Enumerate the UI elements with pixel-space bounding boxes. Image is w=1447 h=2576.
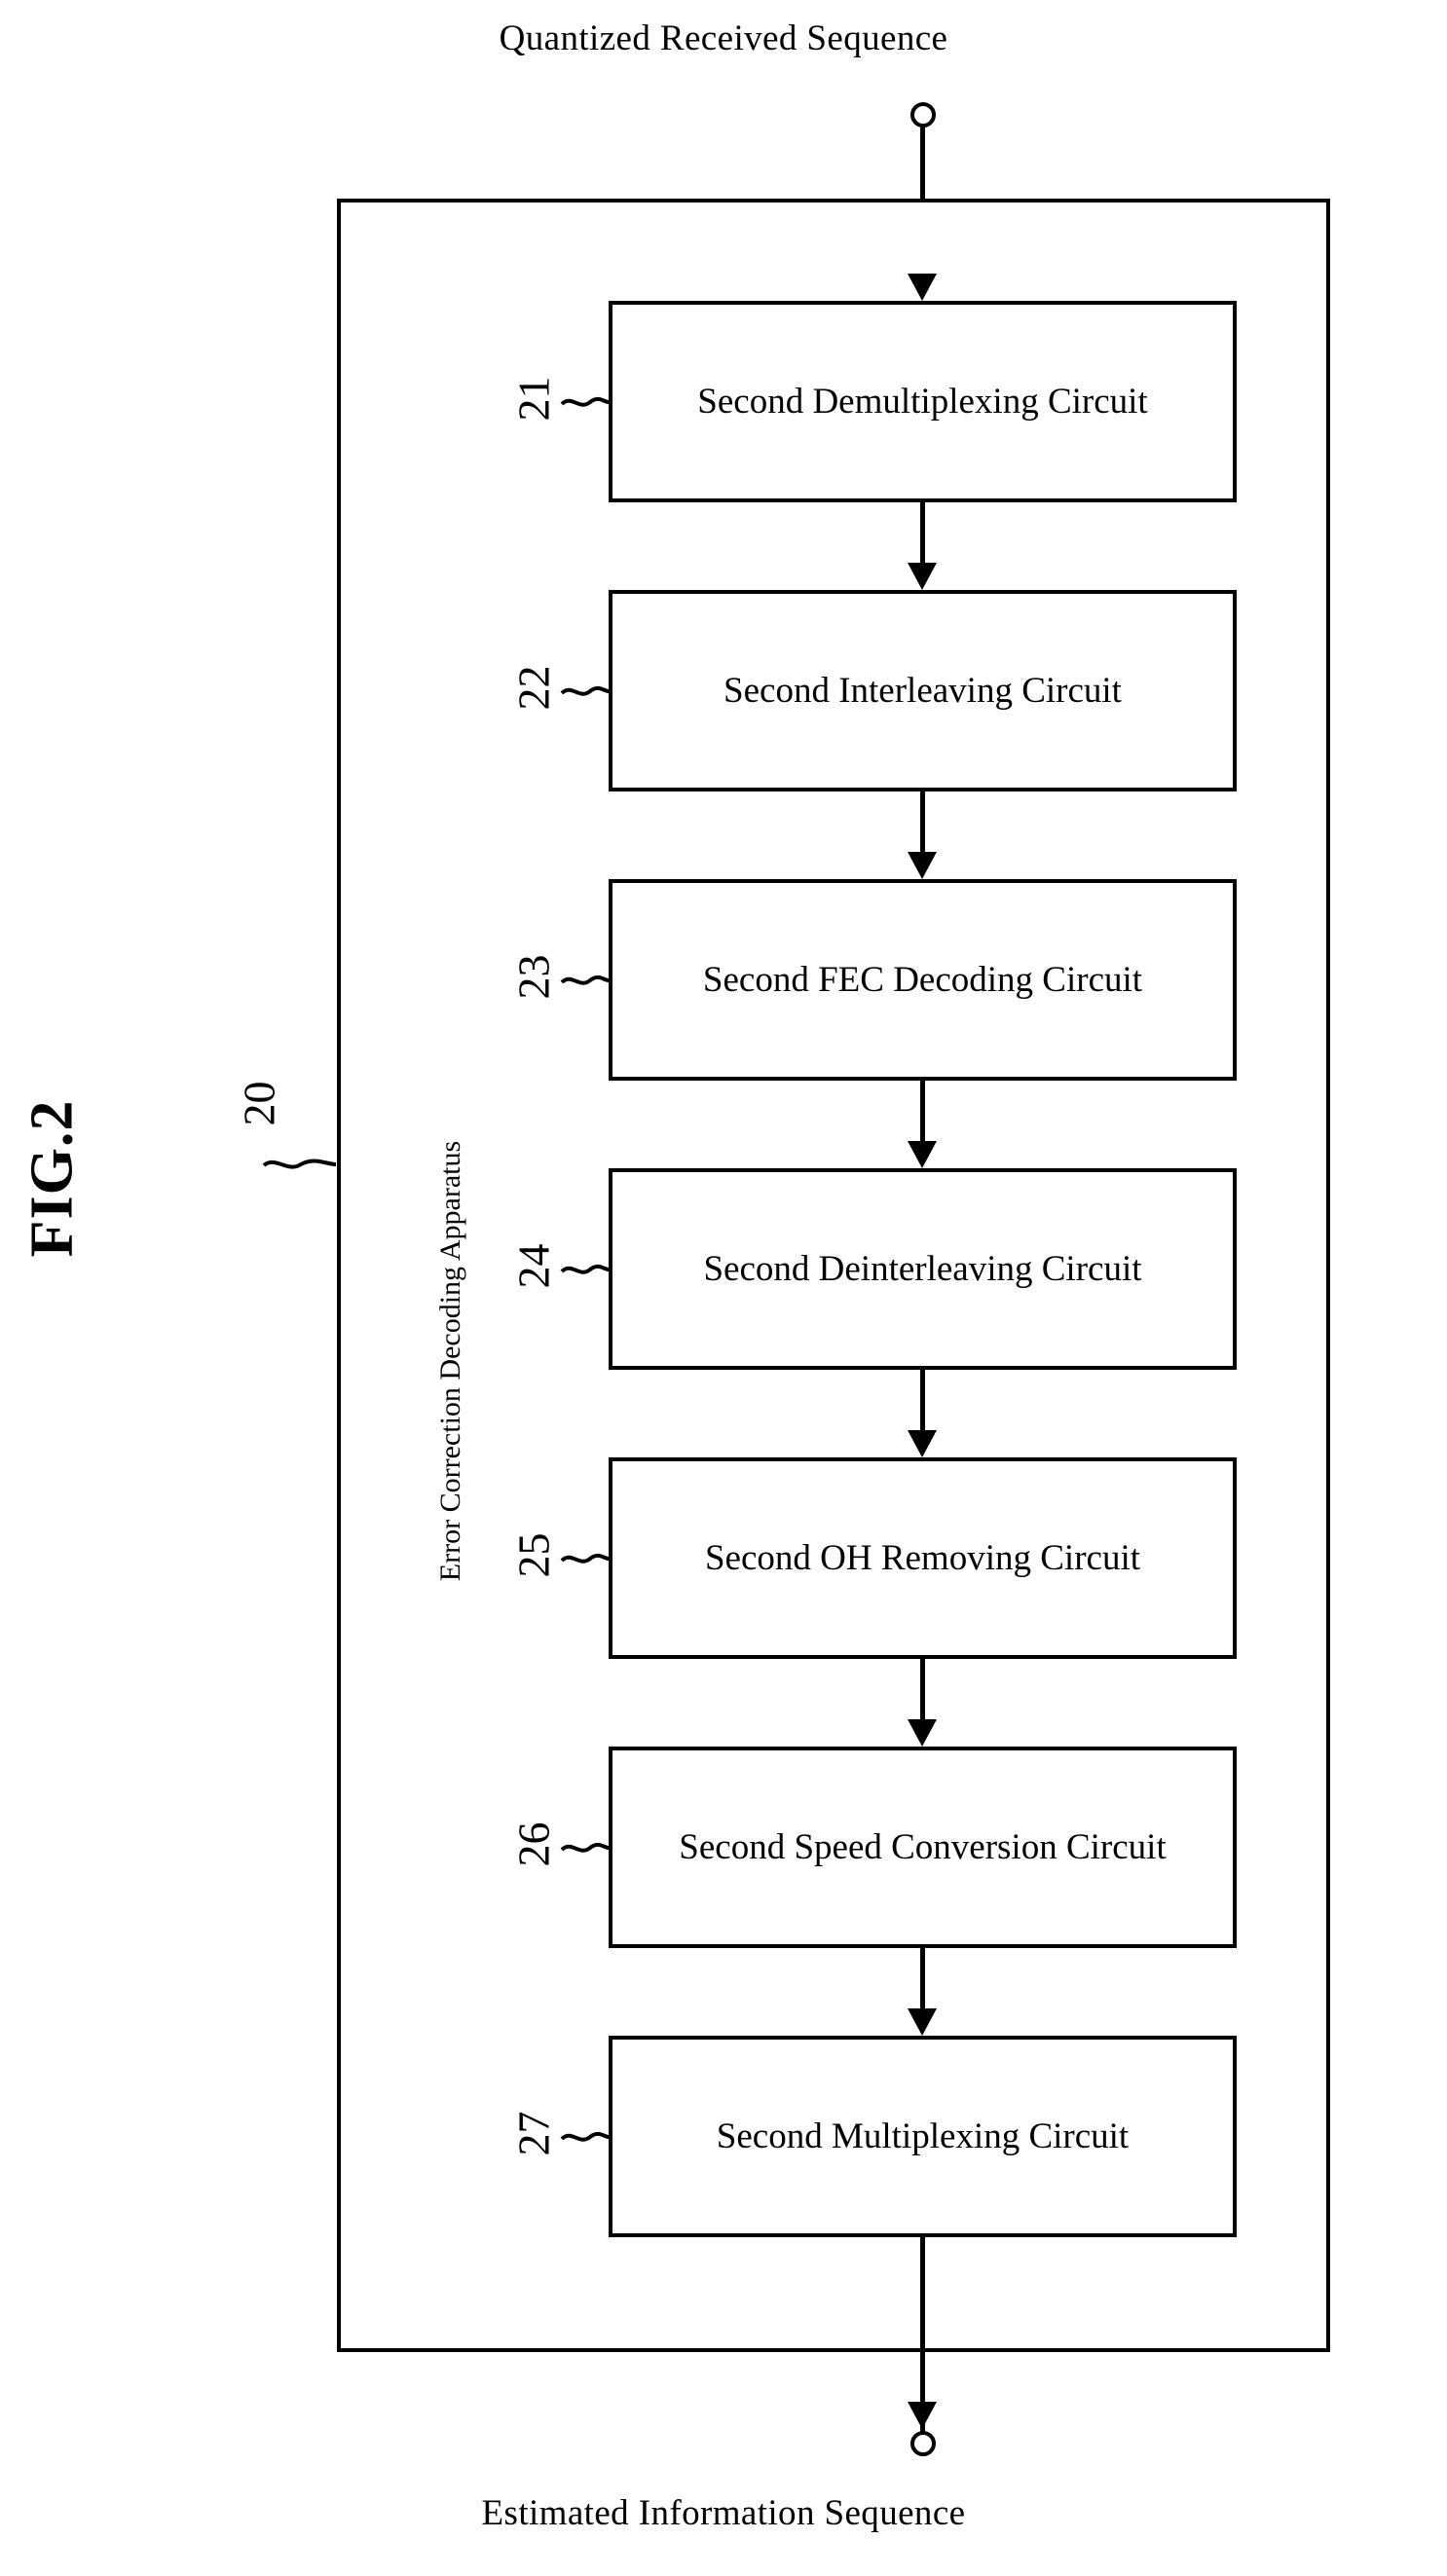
- process-block-26: Second Speed Conversion Circuit: [609, 1747, 1237, 1948]
- process-block-label: Second Speed Conversion Circuit: [679, 1826, 1167, 1867]
- process-block-22: Second Interleaving Circuit: [609, 590, 1237, 791]
- block-reference-number-27: 27: [508, 2111, 559, 2155]
- flow-connector-line: [920, 1081, 925, 1143]
- process-block-23: Second FEC Decoding Circuit: [609, 879, 1237, 1081]
- block-reference-number-22: 22: [508, 665, 559, 710]
- figure-title: FIG.2: [19, 1099, 86, 1258]
- block-leader-line-icon: [560, 1553, 610, 1564]
- flow-arrowhead-icon: [908, 852, 937, 879]
- block-reference-number-21: 21: [508, 376, 559, 421]
- apparatus-leader-line-icon: [262, 1159, 337, 1169]
- flow-arrowhead-icon: [908, 1430, 937, 1457]
- block-reference-number-23: 23: [508, 954, 559, 999]
- output-terminal-circle-icon: [910, 2431, 936, 2456]
- block-leader-line-icon: [560, 685, 610, 696]
- block-leader-line-icon: [560, 1842, 610, 1853]
- process-block-label: Second Demultiplexing Circuit: [697, 381, 1148, 422]
- block-leader-line-icon: [560, 2131, 610, 2142]
- flow-arrowhead-icon: [908, 563, 937, 590]
- block-leader-line-icon: [560, 1264, 610, 1274]
- input-lead-line: [920, 128, 925, 203]
- process-block-label: Second Multiplexing Circuit: [716, 2116, 1130, 2156]
- flow-connector-line: [920, 1948, 925, 2010]
- input-signal-caption: Quantized Received Sequence: [499, 18, 948, 58]
- flow-connector-line: [920, 1370, 925, 1432]
- block-reference-number-25: 25: [508, 1532, 559, 1577]
- block-leader-line-icon: [560, 396, 610, 407]
- flow-arrowhead-icon: [908, 1719, 937, 1747]
- block-leader-line-icon: [560, 975, 610, 985]
- flow-connector-line: [920, 791, 925, 854]
- process-block-label: Second Interleaving Circuit: [724, 670, 1122, 711]
- flow-arrowhead-icon: [908, 1141, 937, 1168]
- process-block-25: Second OH Removing Circuit: [609, 1457, 1237, 1659]
- apparatus-reference-number: 20: [234, 1081, 284, 1126]
- input-arrowhead-icon: [908, 274, 937, 301]
- process-block-label: Second Deinterleaving Circuit: [703, 1248, 1142, 1289]
- input-terminal-circle-icon: [910, 102, 936, 128]
- flow-arrowhead-icon: [908, 2008, 937, 2036]
- block-reference-number-26: 26: [508, 1822, 559, 1866]
- block-reference-number-24: 24: [508, 1243, 559, 1288]
- process-block-label: Second OH Removing Circuit: [704, 1537, 1141, 1578]
- process-block-21: Second Demultiplexing Circuit: [609, 301, 1237, 502]
- patent-figure-page: Quantized Received Sequence FIG.2 Error …: [0, 0, 1447, 2576]
- flow-connector-line: [920, 502, 925, 565]
- output-signal-caption: Estimated Information Sequence: [481, 2493, 966, 2533]
- apparatus-label: Error Correction Decoding Apparatus: [434, 1140, 466, 1582]
- process-block-27: Second Multiplexing Circuit: [609, 2036, 1237, 2237]
- process-block-24: Second Deinterleaving Circuit: [609, 1168, 1237, 1370]
- flow-connector-line: [920, 1659, 925, 1721]
- process-block-label: Second FEC Decoding Circuit: [702, 959, 1143, 1000]
- output-lead-line: [920, 2347, 925, 2433]
